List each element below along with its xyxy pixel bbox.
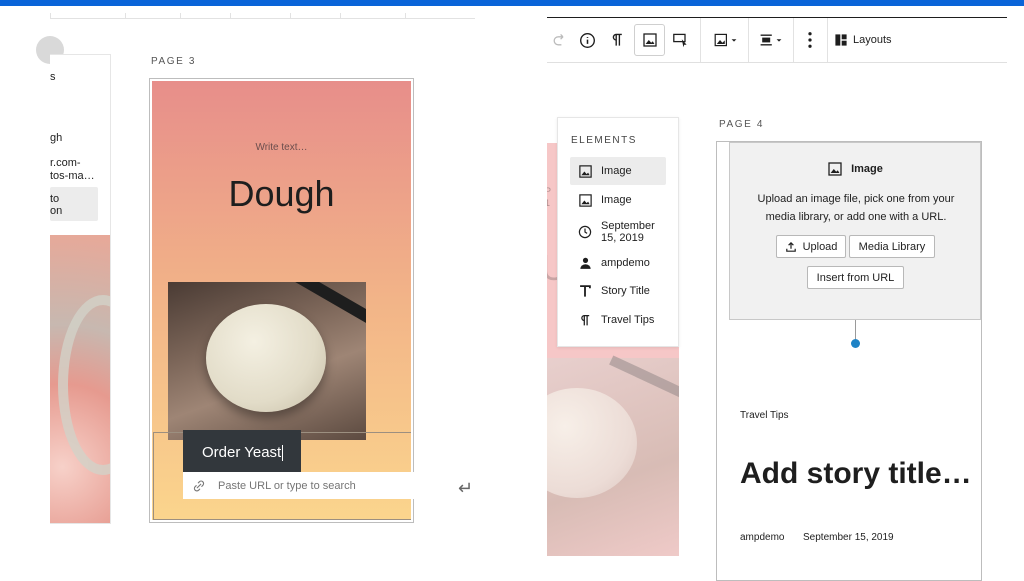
upload-icon <box>785 241 796 252</box>
left-panel-text[interactable]: r.com- <box>50 157 81 169</box>
media-library-label: Media Library <box>858 240 926 253</box>
insert-from-url-label: Insert from URL <box>816 271 895 284</box>
order-yeast-button[interactable]: Order Yeast <box>183 430 301 472</box>
layouts-label: Layouts <box>853 34 892 46</box>
more-vertical-icon <box>808 32 812 48</box>
ruler-tick <box>290 13 291 19</box>
ruler-line <box>50 18 475 19</box>
more-options-button[interactable] <box>798 24 822 56</box>
element-item-story-title[interactable]: Story Title <box>570 277 666 305</box>
top-accent-bar <box>0 0 1024 6</box>
toolbar-bottom-border <box>547 62 1007 63</box>
layouts-icon <box>835 34 847 46</box>
image-block-description: Upload an image file, pick one from your… <box>757 193 955 223</box>
write-text-placeholder[interactable]: Write text… <box>152 142 411 153</box>
left-elements-panel-partial: s gh r.com- tos-ma… to on <box>50 54 111 524</box>
page-4-label: PAGE 4 <box>719 119 764 130</box>
image-dropdown-icon <box>714 33 737 47</box>
submit-enter-icon[interactable]: ↵ <box>458 478 473 499</box>
jar-photo[interactable] <box>50 235 110 523</box>
image-block-title: Image <box>730 161 980 177</box>
media-library-button[interactable]: Media Library <box>849 235 935 258</box>
alignment-dropdown[interactable] <box>753 24 789 56</box>
element-item-image[interactable]: Image <box>570 157 666 185</box>
upload-label: Upload <box>802 240 838 253</box>
layouts-button[interactable]: Layouts <box>834 24 896 56</box>
toolbar-separator <box>827 18 828 62</box>
partial-dough-photo <box>547 355 679 556</box>
image-icon <box>642 33 657 47</box>
toolbar-top-border <box>547 17 1007 18</box>
dough-heading[interactable]: Dough <box>152 173 411 215</box>
paragraph-icon <box>577 313 593 328</box>
element-item-travel-tips[interactable]: Travel Tips <box>570 306 666 334</box>
rotation-handle-line <box>855 320 856 340</box>
element-item-label: Image <box>601 165 632 177</box>
upload-button[interactable]: Upload <box>776 235 846 258</box>
image-icon <box>828 162 842 176</box>
element-item-label: ampdemo <box>601 257 650 269</box>
redo-icon <box>553 33 564 46</box>
redo-button[interactable] <box>548 24 570 56</box>
rotation-handle[interactable] <box>851 339 860 348</box>
toolbar-separator <box>700 18 701 62</box>
dough-ball-in-photo <box>206 304 326 412</box>
ruler-tick <box>340 13 341 19</box>
page-3-label: PAGE 3 <box>151 56 196 67</box>
paragraph-icon <box>612 33 622 46</box>
partial-page-text: P 1 <box>547 186 552 208</box>
element-item-author[interactable]: ampdemo <box>570 249 666 277</box>
element-item-label: Story Title <box>601 285 650 297</box>
element-item-date[interactable]: September 15, 2019 <box>570 217 666 247</box>
dough-ball-in-photo <box>547 388 637 498</box>
story-category[interactable]: Travel Tips <box>740 410 789 421</box>
left-panel-text[interactable]: on <box>50 205 62 217</box>
ruler-tick <box>125 13 126 19</box>
element-item-label: Travel Tips <box>601 314 655 326</box>
order-yeast-label: Order Yeast <box>202 444 282 461</box>
person-icon <box>577 256 593 270</box>
cursor-select-icon <box>673 33 687 48</box>
elements-panel: ELEMENTS Image Image September 15, 2019 … <box>557 117 679 347</box>
knife-in-photo <box>609 355 679 403</box>
select-cursor-button[interactable] <box>668 24 694 56</box>
image-icon <box>577 164 593 179</box>
toolbar-separator <box>748 18 749 62</box>
image-icon <box>577 193 593 208</box>
element-item-image[interactable]: Image <box>570 186 666 214</box>
story-title-placeholder[interactable]: Add story title… <box>740 457 972 491</box>
link-icon <box>193 480 205 491</box>
image-block-title-text: Image <box>851 163 883 175</box>
left-panel-text[interactable]: gh <box>50 132 62 144</box>
ruler-tick <box>180 13 181 19</box>
clock-icon <box>577 225 593 239</box>
story-date[interactable]: September 15, 2019 <box>803 532 894 543</box>
element-item-label: Image <box>601 194 632 206</box>
url-search-input[interactable] <box>218 479 408 492</box>
insert-from-url-button[interactable]: Insert from URL <box>807 266 904 289</box>
image-placeholder-block[interactable]: Image Upload an image file, pick one fro… <box>729 142 981 320</box>
left-panel-text[interactable]: to <box>50 193 59 205</box>
left-panel-text: s <box>50 71 56 83</box>
story-author[interactable]: ampdemo <box>740 532 784 543</box>
left-panel-text[interactable]: tos-ma… <box>50 170 95 182</box>
ruler-tick <box>230 13 231 19</box>
info-button[interactable] <box>574 24 600 56</box>
title-icon <box>577 284 593 298</box>
dough-photo[interactable] <box>168 282 366 440</box>
ruler-tick <box>405 13 406 19</box>
ruler-tick <box>50 13 51 19</box>
image-block-button[interactable] <box>634 24 665 56</box>
image-options-dropdown[interactable] <box>708 24 744 56</box>
info-icon <box>579 32 595 48</box>
text-cursor <box>282 445 284 462</box>
url-input-popover <box>183 472 415 499</box>
toolbar-separator <box>793 18 794 62</box>
element-item-label: September 15, 2019 <box>601 220 655 244</box>
elements-panel-title: ELEMENTS <box>571 135 637 146</box>
align-dropdown-icon <box>760 34 782 46</box>
paragraph-button[interactable] <box>604 24 630 56</box>
